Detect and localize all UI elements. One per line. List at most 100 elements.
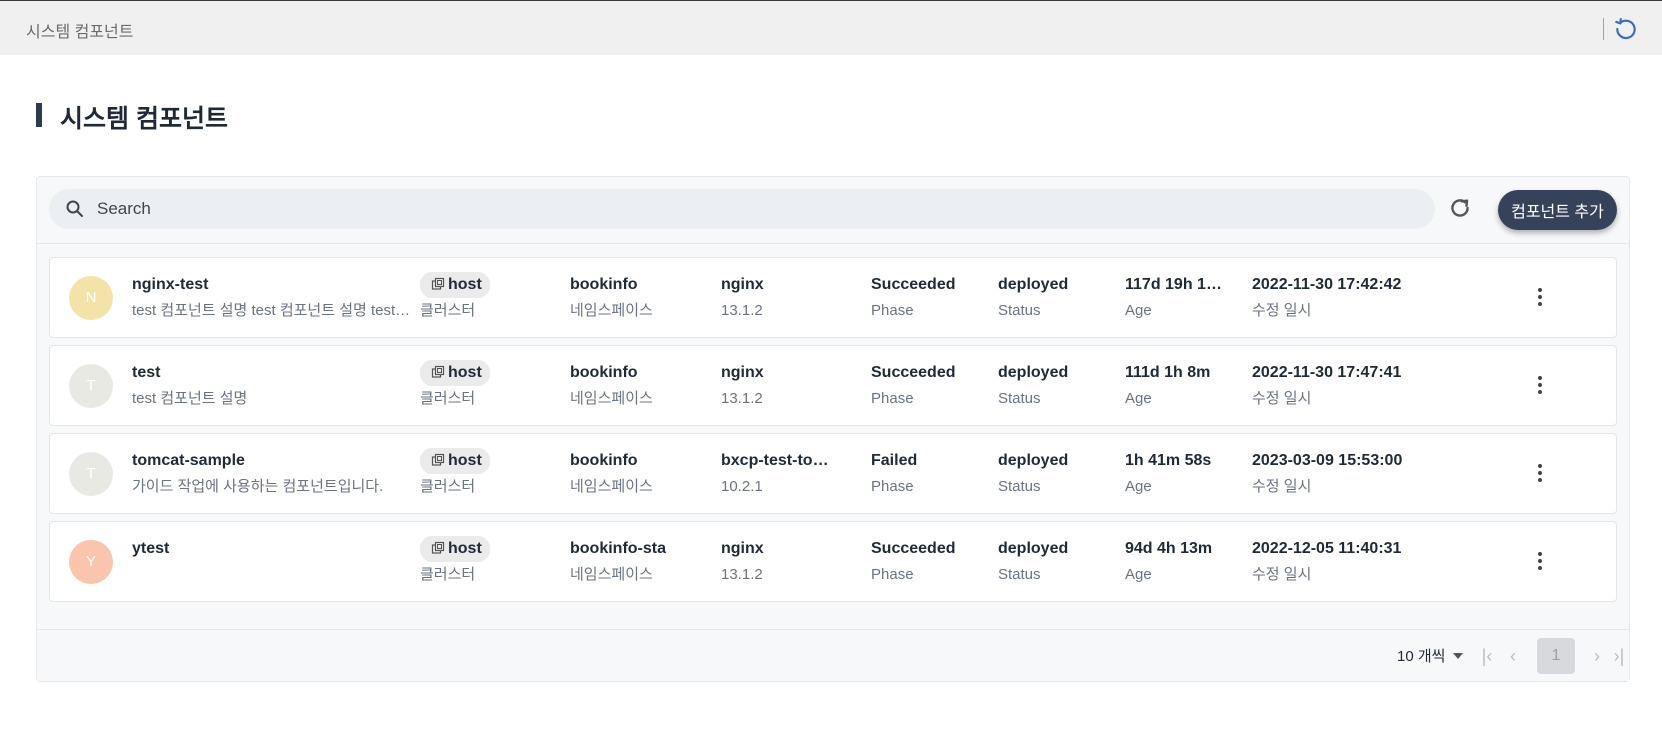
cluster-label: 클러스터	[420, 566, 476, 583]
cluster-value: host	[448, 452, 482, 469]
cluster-label: 클러스터	[420, 478, 476, 495]
more-options-icon[interactable]	[1528, 373, 1552, 397]
toolbar: 컴포넌트 추가	[37, 177, 1629, 244]
cluster-chip: host	[420, 272, 490, 298]
phase-label: Phase	[871, 390, 914, 407]
modified-value: 2022-12-05 11:40:31	[1252, 540, 1402, 557]
refresh-icon[interactable]	[1447, 195, 1473, 221]
cluster-cell: host 클러스터	[420, 536, 560, 585]
cluster-chip-wrap: host	[420, 448, 560, 474]
avatar: T	[69, 364, 113, 408]
add-component-button[interactable]: 컴포넌트 추가	[1498, 190, 1617, 230]
component-name: test	[132, 364, 161, 381]
cluster-value: host	[448, 276, 482, 293]
namespace-cell: bookinfo 네임스페이스	[570, 363, 710, 409]
prev-page-button[interactable]: ‹	[1503, 644, 1523, 668]
component-cell: test test 컴포넌트 설명	[132, 363, 412, 409]
age-value: 94d 4h 13m	[1125, 540, 1213, 557]
next-page-button[interactable]: ›	[1587, 644, 1607, 668]
modified-cell: 2023-03-09 15:53:00 수정 일시	[1252, 451, 1452, 497]
phase-cell: Succeeded Phase	[871, 539, 981, 585]
title-accent-bar	[36, 103, 42, 127]
age-cell: 94d 4h 13m Age	[1125, 539, 1223, 585]
namespace-value: bookinfo	[570, 452, 638, 469]
component-cell: tomcat-sample 가이드 작업에 사용하는 컴포넌트입니다.	[132, 451, 412, 497]
cluster-chip-wrap: host	[420, 360, 560, 386]
status-value: deployed	[998, 452, 1069, 469]
phase-cell: Succeeded Phase	[871, 363, 981, 409]
component-description: test 컴포넌트 설명 test 컴포넌트 설명 test 컴포넌트 설명	[132, 302, 412, 319]
namespace-cell: bookinfo-sta 네임스페이스	[570, 539, 710, 585]
component-name: tomcat-sample	[132, 452, 245, 469]
chart-version: 13.1.2	[721, 302, 763, 319]
component-description	[132, 565, 412, 585]
cluster-icon	[431, 365, 445, 378]
cluster-chip: host	[420, 536, 490, 562]
top-bar: 시스템 컴포넌트	[0, 0, 1662, 55]
undo-refresh-icon[interactable]	[1613, 16, 1639, 42]
phase-label: Phase	[871, 302, 914, 319]
pagination-bar: 10 개씩 |‹ ‹ 1 › ›|	[37, 629, 1629, 681]
status-label: Status	[998, 390, 1041, 407]
status-cell: deployed Status	[998, 539, 1108, 585]
page-size-label: 10 개씩	[1397, 648, 1446, 665]
cluster-cell: host 클러스터	[420, 272, 560, 321]
status-value: deployed	[998, 276, 1069, 293]
component-description: 가이드 작업에 사용하는 컴포넌트입니다.	[132, 478, 384, 495]
chart-version: 13.1.2	[721, 390, 763, 407]
more-options-icon[interactable]	[1528, 461, 1552, 485]
modified-label: 수정 일시	[1252, 478, 1312, 495]
namespace-value: bookinfo	[570, 276, 638, 293]
modified-value: 2022-11-30 17:42:42	[1252, 276, 1402, 293]
cluster-cell: host 클러스터	[420, 448, 560, 497]
cluster-cell: host 클러스터	[420, 360, 560, 409]
chart-cell: bxcp-test-tom… 10.2.1	[721, 451, 841, 497]
chart-name: bxcp-test-tom…	[721, 452, 841, 469]
component-row[interactable]: Ttomcat-sample 가이드 작업에 사용하는 컴포넌트입니다. host 클…	[49, 433, 1617, 514]
phase-label: Phase	[871, 478, 914, 495]
first-page-button[interactable]: |‹	[1477, 644, 1497, 668]
component-row[interactable]: Yytest host 클러스터 bookinfo-sta 네임스페이스 nginx 13.…	[49, 521, 1617, 602]
component-name: nginx-test	[132, 276, 209, 293]
cluster-chip-wrap: host	[420, 536, 560, 562]
cluster-value: host	[448, 364, 482, 381]
last-page-button[interactable]: ›|	[1609, 644, 1629, 668]
component-description: test 컴포넌트 설명	[132, 390, 248, 407]
phase-cell: Succeeded Phase	[871, 275, 981, 321]
phase-label: Phase	[871, 566, 914, 583]
status-label: Status	[998, 566, 1041, 583]
cluster-icon	[431, 277, 445, 290]
namespace-label: 네임스페이스	[570, 478, 653, 495]
namespace-label: 네임스페이스	[570, 390, 653, 407]
namespace-value: bookinfo-sta	[570, 540, 666, 557]
component-name: ytest	[132, 540, 170, 557]
search-input[interactable]	[97, 195, 1397, 223]
cluster-chip: host	[420, 360, 490, 386]
search-box[interactable]	[49, 189, 1435, 229]
modified-label: 수정 일시	[1252, 302, 1312, 319]
more-options-icon[interactable]	[1528, 285, 1552, 309]
current-page-button[interactable]: 1	[1537, 638, 1575, 674]
phase-value: Succeeded	[871, 276, 956, 293]
caret-down-icon	[1453, 653, 1464, 659]
age-cell: 111d 1h 8m Age	[1125, 363, 1223, 409]
status-value: deployed	[998, 540, 1069, 557]
cluster-label: 클러스터	[420, 390, 476, 407]
divider	[1603, 18, 1604, 40]
cluster-value: host	[448, 540, 482, 557]
more-options-icon[interactable]	[1528, 549, 1552, 573]
breadcrumb: 시스템 컴포넌트	[26, 24, 134, 41]
phase-value: Succeeded	[871, 540, 956, 557]
page-title: 시스템 컴포넌트	[60, 105, 228, 133]
page-size-select[interactable]: 10 개씩	[1397, 645, 1464, 666]
cluster-icon	[431, 541, 445, 554]
component-row[interactable]: Ttest test 컴포넌트 설명 host 클러스터 bookinfo 네임스페이스 n…	[49, 345, 1617, 426]
status-cell: deployed Status	[998, 275, 1108, 321]
namespace-value: bookinfo	[570, 364, 638, 381]
component-cell: ytest	[132, 539, 412, 585]
chart-cell: nginx 13.1.2	[721, 275, 841, 321]
phase-value: Succeeded	[871, 364, 956, 381]
avatar: N	[69, 276, 113, 320]
age-label: Age	[1125, 390, 1152, 407]
component-row[interactable]: Nnginx-test test 컴포넌트 설명 test 컴포넌트 설명 tes…	[49, 257, 1617, 338]
